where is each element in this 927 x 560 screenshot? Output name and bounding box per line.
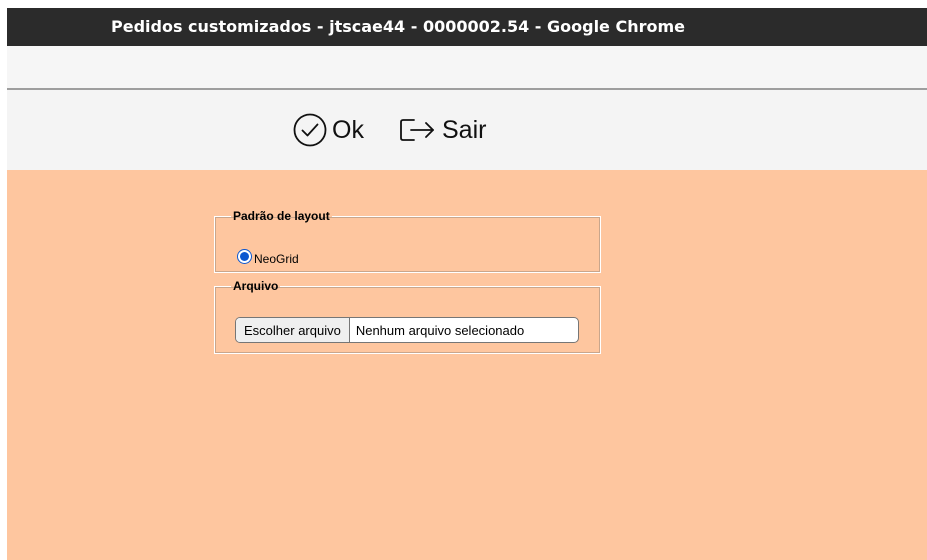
form-area: Padrão de layout NeoGrid Arquivo Escolhe… bbox=[7, 170, 927, 560]
browser-address-area bbox=[7, 46, 927, 90]
layout-pattern-group: Padrão de layout NeoGrid bbox=[214, 210, 601, 273]
sair-button[interactable]: Sair bbox=[398, 112, 486, 148]
exit-arrow-icon bbox=[398, 112, 438, 148]
file-status-text: Nenhum arquivo selecionado bbox=[355, 322, 525, 338]
ok-button[interactable]: Ok bbox=[292, 112, 364, 148]
browser-window: Pedidos customizados - jtscae44 - 000000… bbox=[0, 0, 927, 560]
ok-label: Ok bbox=[332, 115, 364, 144]
layout-pattern-legend: Padrão de layout bbox=[233, 209, 330, 223]
neogrid-radio[interactable] bbox=[237, 248, 252, 264]
desktop-strip bbox=[0, 0, 927, 8]
desktop-left-strip bbox=[0, 0, 7, 560]
window-title: Pedidos customizados - jtscae44 - 000000… bbox=[111, 17, 686, 36]
file-group: Arquivo Escolher arquivo Nenhum arquivo … bbox=[214, 280, 601, 354]
file-legend: Arquivo bbox=[233, 279, 279, 293]
check-circle-icon bbox=[292, 112, 328, 148]
file-input[interactable]: Escolher arquivo Nenhum arquivo selecion… bbox=[235, 317, 579, 343]
radio-option-neogrid[interactable]: NeoGrid bbox=[237, 246, 299, 266]
window-title-bar: Pedidos customizados - jtscae44 - 000000… bbox=[7, 8, 927, 46]
neogrid-radio-label[interactable]: NeoGrid bbox=[254, 252, 299, 266]
action-toolbar: Ok Sair bbox=[7, 90, 927, 170]
sair-label: Sair bbox=[442, 115, 487, 144]
choose-file-button[interactable]: Escolher arquivo bbox=[236, 318, 350, 342]
